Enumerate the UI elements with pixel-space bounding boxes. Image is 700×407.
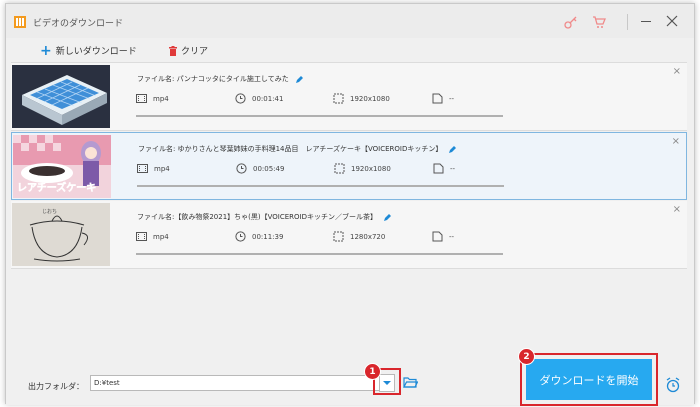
close-window-button[interactable] [665, 14, 679, 28]
key-icon[interactable] [564, 15, 578, 29]
duration-value: 00:01:41 [252, 94, 284, 103]
resolution-info: 1920x1080 [334, 163, 391, 174]
size-info: -- [433, 163, 455, 174]
remove-item-button[interactable]: × [673, 205, 681, 215]
step-badge-1: 1 [364, 363, 381, 380]
progress-bar [137, 185, 504, 187]
file-name-text: ファイル名: パンナコッタにタイル施工してみた [137, 75, 289, 83]
toolbar: + 新しいダウンロード クリア [6, 38, 694, 62]
progress-bar [136, 115, 503, 117]
video-format-icon [137, 164, 148, 173]
resolution-value: 1920x1080 [350, 94, 390, 103]
file-size-icon [433, 163, 444, 174]
step-badge-2: 2 [518, 348, 535, 365]
file-name-text: ファイル名:【飲み物祭2021】ちゃ(黒)【VOICEROIDキッチン／ブール茶… [137, 213, 378, 221]
resolution-value: 1920x1080 [351, 164, 391, 173]
file-name: ファイル名:【飲み物祭2021】ちゃ(黒)【VOICEROIDキッチン／ブール茶… [137, 212, 392, 222]
duration-info: 00:01:41 [235, 93, 283, 104]
size-value: -- [449, 94, 455, 103]
duration-info: 00:11:39 [235, 231, 283, 242]
resolution-icon [333, 93, 344, 104]
list-item[interactable]: じおち ファイル名:【飲み物祭2021】ちゃ(黒)【VOICEROIDキッチン／… [11, 201, 687, 269]
output-folder-input[interactable] [90, 375, 382, 391]
resolution-icon [334, 163, 345, 174]
new-download-button[interactable]: + 新しいダウンロード [40, 42, 137, 59]
clock-icon [235, 93, 246, 104]
format-value: mp4 [153, 232, 169, 241]
edit-pencil-icon[interactable] [448, 145, 457, 154]
file-name: ファイル名: ゆかりさんと琴葉姉妹の手料理14品目 レアチーズケーキ【VOICE… [138, 144, 457, 154]
cart-icon[interactable] [592, 15, 606, 29]
resolution-value: 1280x720 [350, 232, 386, 241]
remove-item-button[interactable]: × [673, 67, 681, 77]
thumb-caption: レアチーズケーキ [17, 181, 96, 194]
minimize-button[interactable] [641, 21, 651, 22]
edit-pencil-icon[interactable] [295, 75, 304, 84]
size-value: -- [450, 164, 456, 173]
video-thumbnail: レアチーズケーキ [13, 135, 111, 198]
edit-pencil-icon[interactable] [383, 213, 392, 222]
file-size-icon [432, 231, 443, 242]
size-info: -- [432, 93, 454, 104]
titlebar-separator [627, 14, 628, 30]
remove-item-button[interactable]: × [672, 137, 680, 147]
duration-value: 00:11:39 [252, 232, 284, 241]
window-title: ビデオのダウンロード [33, 19, 124, 29]
video-thumbnail: じおち [12, 203, 110, 266]
video-thumbnail [12, 65, 110, 128]
duration-info: 00:05:49 [236, 163, 284, 174]
list-item[interactable]: ファイル名: パンナコッタにタイル施工してみた mp4 00:01:41 192… [11, 63, 687, 131]
app-logo-icon [14, 16, 26, 28]
format-value: mp4 [153, 94, 169, 103]
format-info: mp4 [136, 231, 169, 242]
format-info: mp4 [136, 93, 169, 104]
clear-button[interactable]: クリア [169, 44, 208, 57]
clock-icon [236, 163, 247, 174]
file-name: ファイル名: パンナコッタにタイル施工してみた [137, 74, 304, 84]
duration-value: 00:05:49 [253, 164, 285, 173]
format-value: mp4 [154, 164, 170, 173]
clock-icon [235, 231, 246, 242]
video-format-icon [136, 94, 147, 103]
file-size-icon [432, 93, 443, 104]
svg-text:じおち: じおち [42, 208, 57, 215]
format-info: mp4 [137, 163, 170, 174]
download-list: ファイル名: パンナコッタにタイル施工してみた mp4 00:01:41 192… [11, 62, 687, 362]
trash-icon [169, 45, 177, 56]
list-item[interactable]: レアチーズケーキ ファイル名: ゆかりさんと琴葉姉妹の手料理14品目 レアチーズ… [11, 132, 687, 200]
title-bar: ビデオのダウンロード [6, 4, 694, 38]
video-format-icon [136, 232, 147, 241]
size-info: -- [432, 231, 454, 242]
start-download-button[interactable]: ダウンロードを開始 [526, 359, 652, 400]
plus-icon: + [40, 42, 52, 59]
resolution-info: 1280x720 [333, 231, 385, 242]
size-value: -- [449, 232, 455, 241]
open-folder-icon[interactable] [403, 376, 418, 389]
progress-bar [136, 253, 503, 255]
file-name-text: ファイル名: ゆかりさんと琴葉姉妹の手料理14品目 レアチーズケーキ【VOICE… [138, 145, 443, 153]
resolution-icon [333, 231, 344, 242]
video-download-window: ビデオのダウンロード + 新しいダウンロード クリア ファイル名: パンナコッタ… [5, 3, 695, 406]
alarm-clock-icon[interactable] [665, 377, 681, 393]
clear-label: クリア [181, 47, 209, 57]
new-download-label: 新しいダウンロード [55, 47, 137, 57]
output-folder-label: 出力フォルダ： [28, 382, 84, 391]
resolution-info: 1920x1080 [333, 93, 390, 104]
